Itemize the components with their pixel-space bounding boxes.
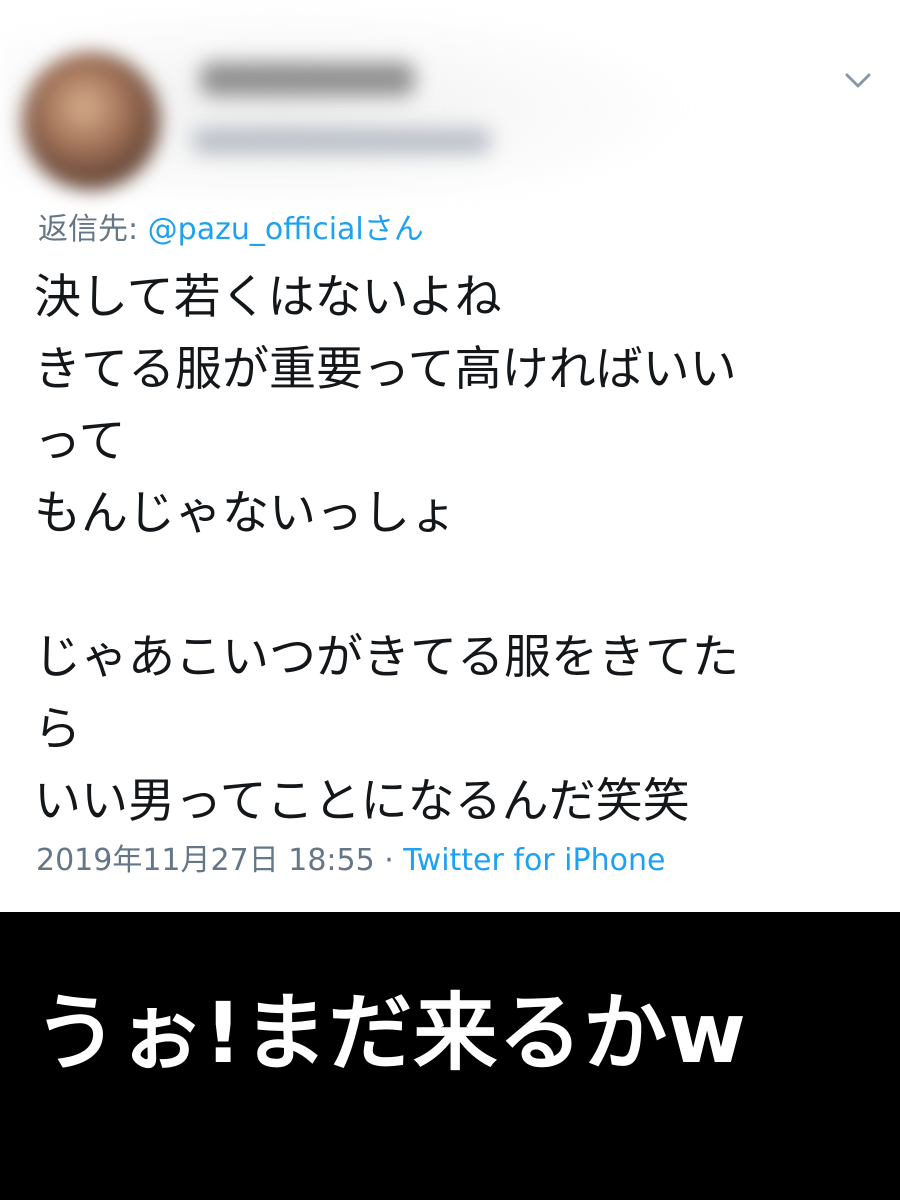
tweet-text: 決して若くはないよね きてる服が重要って高ければいい って もんじゃないっしょ … [34, 262, 884, 838]
chevron-down-icon[interactable] [836, 58, 880, 102]
tweet-card: 返信先: @pazu_officialさん 決して若くはないよね きてる服が重要… [0, 0, 900, 912]
tweet-text-line: いい男ってことになるんだ笑笑 [34, 774, 690, 829]
meta-separator: · [374, 843, 404, 878]
tweet-text-line: じゃあこいつがきてる服をきてた [34, 630, 739, 685]
tweet-text-line: 決して若くはないよね [34, 270, 502, 325]
reply-to-handle: @pazu_official [147, 212, 364, 247]
tweet-timestamp[interactable]: 2019年11月27日 18:55 [36, 843, 375, 878]
reply-to-mention-link[interactable]: @pazu_officialさん [148, 212, 424, 247]
tweet-meta: 2019年11月27日 18:55 · Twitter for iPhone [36, 838, 665, 884]
caption-text: うぉ!まだ来るかw [34, 984, 747, 1082]
tweet-text-line: もんじゃないっしょ [34, 486, 457, 541]
reply-to-prefix: 返信先: [38, 212, 148, 247]
reply-to-suffix: さん [363, 212, 424, 247]
display-name-redacted [200, 62, 415, 96]
tweet-source-link[interactable]: Twitter for iPhone [403, 843, 665, 878]
tweet-text-line: って [34, 414, 126, 469]
reply-to-line: 返信先: @pazu_officialさん [38, 206, 424, 254]
avatar[interactable] [22, 52, 160, 190]
tweet-text-line: ら [34, 702, 81, 757]
user-handle-redacted [192, 128, 492, 154]
tweet-text-line: きてる服が重要って高ければいい [34, 342, 737, 397]
